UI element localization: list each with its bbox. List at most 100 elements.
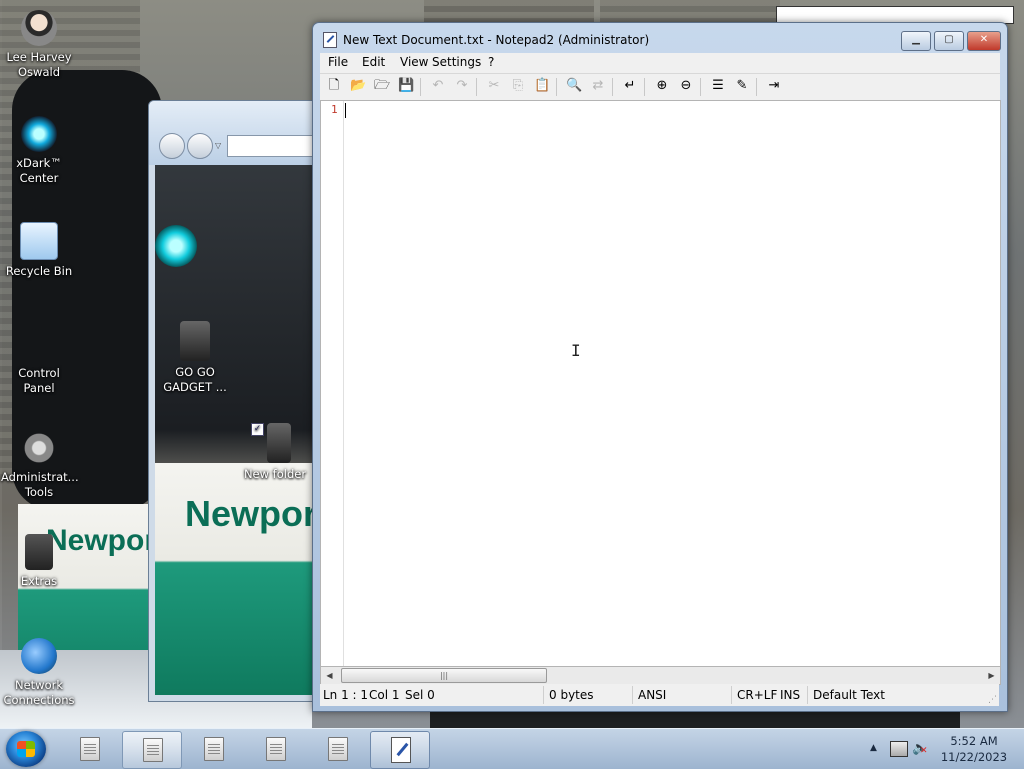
taskbar-button-notepad2[interactable] [370, 731, 430, 769]
status-bar: Ln 1 : 1 Col 1 Sel 0 0 bytes ANSI CR+LF … [320, 684, 999, 706]
copy-icon[interactable]: ⎘ [510, 78, 526, 94]
status-encoding[interactable]: ANSI [638, 688, 666, 702]
desktop-icon-lee-harvey-oswald[interactable]: Lee Harvey Oswald [1, 10, 77, 80]
desktop-icon-xdark-center[interactable]: xDark™ Center [1, 116, 77, 186]
drive-icon [180, 321, 210, 361]
title-bar[interactable]: New Text Document.txt - Notepad2 (Admini… [313, 23, 1007, 53]
status-position[interactable]: Ln 1 : 1 [323, 688, 368, 702]
ibeam-cursor-icon: I [571, 341, 581, 360]
person-avatar-icon [21, 10, 57, 46]
replace-icon[interactable]: ⇄ [590, 78, 606, 94]
menu-view[interactable]: View [400, 55, 428, 69]
toolbar-separator [420, 78, 421, 96]
taskbar-button-3[interactable] [184, 731, 242, 767]
desktop-icon-label: Control Panel [18, 366, 60, 395]
text-editor[interactable]: 1 I [320, 100, 1001, 667]
toolbar-separator [476, 78, 477, 96]
resize-grip-icon[interactable]: ⋰ [988, 695, 997, 705]
explorer-item-go-go-gadget[interactable]: GO GO GADGET ... [157, 321, 233, 395]
customize-icon[interactable]: ✎ [734, 78, 750, 94]
explorer-item-label: New folder [243, 467, 307, 481]
toolbar-separator [644, 78, 645, 96]
recent-pages-chevron-icon[interactable]: ▽ [215, 141, 221, 150]
desktop-icon-recycle-bin[interactable]: Recycle Bin [1, 222, 77, 279]
desktop-icon-label: Administrat... Tools [1, 470, 79, 499]
explorer-content: Newport GO GO GADGET ... ✓ New folder [155, 165, 319, 695]
taskbar-button-4[interactable] [246, 731, 304, 767]
xdark-orb-icon [21, 116, 57, 152]
scroll-left-arrow-icon[interactable]: ◀ [321, 667, 338, 684]
scrollbar-thumb[interactable]: ||| [341, 668, 547, 683]
horizontal-scrollbar[interactable]: ◀ ||| ▶ [320, 666, 1001, 685]
wallpaper-building-right [600, 0, 780, 24]
save-icon[interactable]: 💾 [398, 78, 414, 94]
toolbar-separator [612, 78, 613, 96]
redo-icon[interactable]: ↷ [454, 78, 470, 94]
wallpaper-robot-light [155, 225, 197, 267]
windows-logo-icon [17, 741, 35, 757]
notepad2-app-icon[interactable] [323, 32, 337, 48]
desktop-icon-extras[interactable]: Extras [1, 534, 77, 589]
status-line-endings[interactable]: CR+LF [737, 688, 777, 702]
browse-icon[interactable]: 🗁 [374, 78, 390, 94]
word-wrap-icon[interactable]: ↵ [622, 78, 638, 94]
status-separator [632, 686, 633, 704]
desktop-icon-label: xDark™ Center [16, 156, 62, 185]
forward-button[interactable] [187, 133, 213, 159]
menu-help[interactable]: ? [488, 55, 494, 69]
taskbar-button-5[interactable] [308, 731, 366, 767]
minimize-button[interactable]: ▁ [901, 31, 931, 51]
start-button[interactable] [6, 731, 46, 767]
cut-icon[interactable]: ✂ [486, 78, 502, 94]
desktop-icon-label: Lee Harvey Oswald [6, 50, 72, 79]
desktop-icon-network-connections[interactable]: Network Connections [1, 638, 77, 708]
status-column: Col 1 [369, 688, 400, 702]
clock-time: 5:52 AM [950, 734, 998, 748]
toolbar-separator [556, 78, 557, 96]
volume-muted-icon[interactable]: 🔈 ✕ [912, 741, 928, 756]
close-button[interactable]: ✕ [967, 31, 1001, 51]
system-clock[interactable]: 5:52 AM 11/22/2023 [934, 733, 1014, 765]
explorer-item-label: GO GO GADGET ... [163, 365, 227, 394]
new-file-icon[interactable]: 🗋 [326, 78, 342, 94]
exit-icon[interactable]: ⇥ [766, 78, 782, 94]
back-button[interactable] [159, 133, 185, 159]
notepad2-icon [391, 737, 411, 763]
status-separator [543, 686, 544, 704]
desktop: Newport Lee Harvey Oswald xDark™ Center … [0, 0, 1024, 728]
find-icon[interactable]: 🔍 [566, 78, 582, 94]
show-hidden-icons-button[interactable]: ▲ [870, 743, 877, 753]
status-mode[interactable]: INS [780, 688, 800, 702]
paste-icon[interactable]: 📋 [534, 78, 550, 94]
menu-edit[interactable]: Edit [362, 55, 385, 69]
scroll-right-arrow-icon[interactable]: ▶ [983, 667, 1000, 684]
undo-icon[interactable]: ↶ [430, 78, 446, 94]
menu-file[interactable]: File [328, 55, 348, 69]
gear-tools-icon [21, 430, 57, 466]
zoom-out-icon[interactable]: ⊖ [678, 78, 694, 94]
desktop-icon-label: Network Connections [3, 678, 75, 707]
desktop-icon-control-panel[interactable]: Control Panel [1, 326, 77, 396]
explorer-window[interactable]: ▽ Newport GO GO GADGET ... ✓ New folder [148, 100, 320, 702]
zoom-in-icon[interactable]: ⊕ [654, 78, 670, 94]
line-number: 1 [331, 103, 338, 116]
open-folder-icon[interactable]: 📂 [350, 78, 366, 94]
maximize-button[interactable]: ▢ [934, 31, 964, 51]
recycle-bin-icon [20, 222, 58, 260]
explorer-item-new-folder[interactable]: ✓ New folder [237, 423, 313, 482]
folder-icon [267, 423, 291, 463]
checkbox-icon[interactable]: ✓ [251, 423, 264, 436]
menu-settings[interactable]: Settings [432, 55, 481, 69]
status-scheme[interactable]: Default Text [813, 688, 885, 702]
network-globe-icon [21, 638, 57, 674]
notepad2-window[interactable]: New Text Document.txt - Notepad2 (Admini… [312, 22, 1008, 712]
wallpaper-building-center [424, 0, 594, 24]
address-bar[interactable] [227, 135, 319, 157]
scheme-icon[interactable]: ☰ [710, 78, 726, 94]
desktop-icon-administrative-tools[interactable]: Administrat... Tools [1, 430, 79, 500]
action-center-icon[interactable] [890, 741, 908, 757]
taskbar-button-2[interactable] [122, 731, 182, 769]
menu-bar: File Edit View Settings ? [320, 53, 1000, 74]
taskbar-button-1[interactable] [60, 731, 118, 767]
toolbar: 🗋 📂 🗁 💾 ↶ ↷ ✂ ⎘ 📋 🔍 ⇄ ↵ ⊕ ⊖ ☰ ✎ ⇥ [320, 74, 1000, 100]
